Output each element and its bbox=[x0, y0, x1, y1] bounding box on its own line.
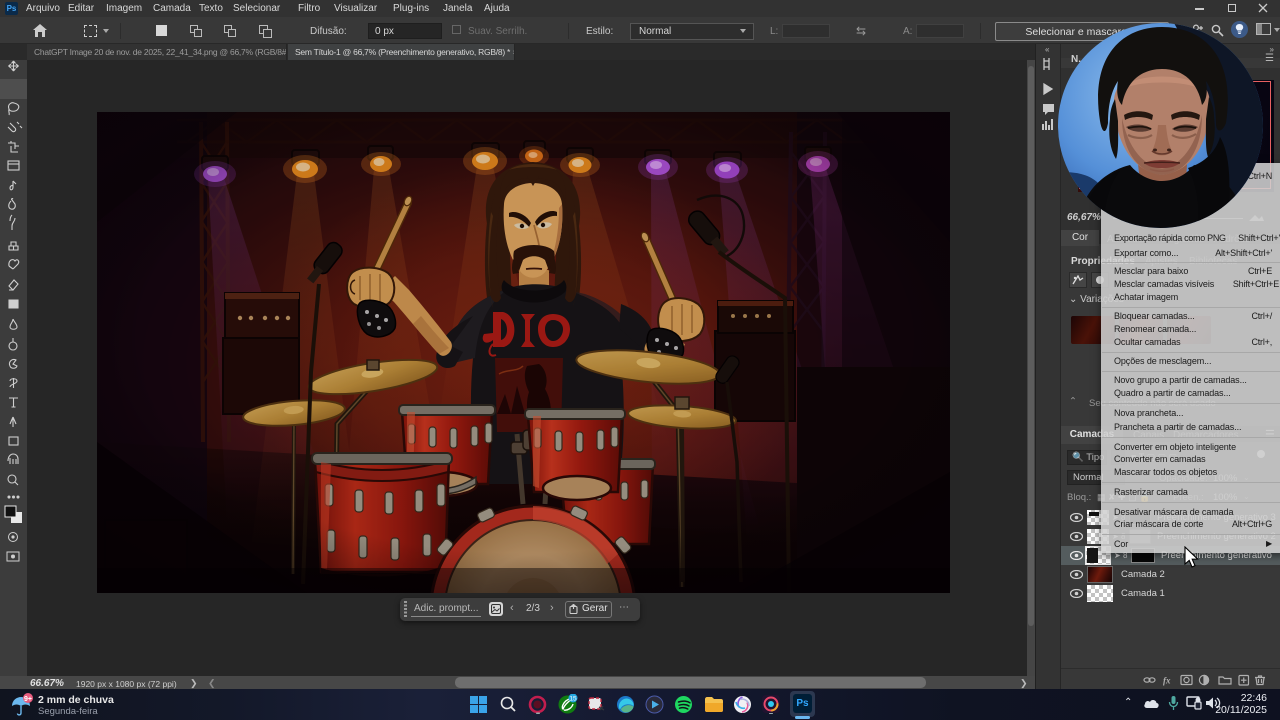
svg-text:9+: 9+ bbox=[24, 696, 32, 703]
svg-text:«: « bbox=[1045, 45, 1050, 54]
svg-text:fx: fx bbox=[1163, 676, 1171, 686]
svg-text:15: 15 bbox=[569, 696, 577, 703]
